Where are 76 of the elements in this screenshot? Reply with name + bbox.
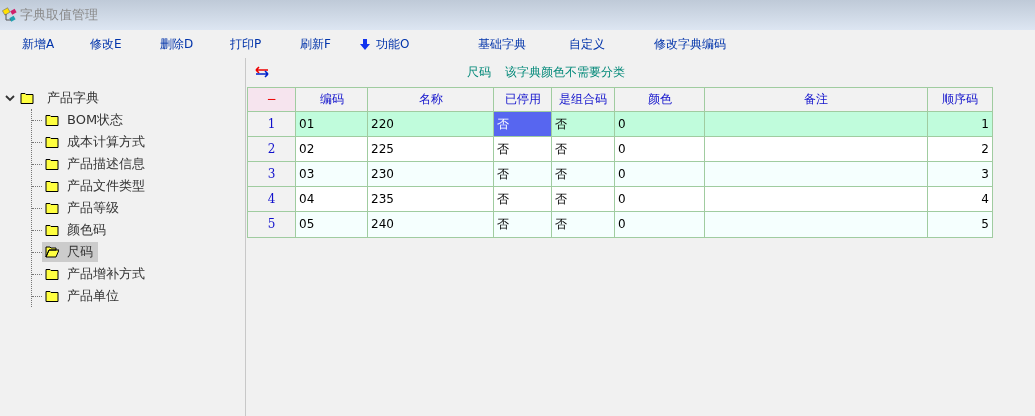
table-cell-text: 3 bbox=[980, 165, 990, 183]
row-number: 1 bbox=[248, 111, 296, 136]
table-cell: 235 bbox=[368, 186, 494, 211]
table-cell: 否 bbox=[494, 211, 552, 237]
folder-icon bbox=[45, 180, 59, 192]
swap-arrows-icon[interactable] bbox=[255, 66, 269, 78]
dictionary-name: 尺码 bbox=[467, 64, 491, 81]
table-row[interactable]: 3 03 230 否 否 0 3 bbox=[248, 161, 992, 187]
table-cell: 0 bbox=[615, 136, 705, 161]
toolbar-button[interactable]: 新增A bbox=[22, 35, 55, 53]
table-cell: 0 bbox=[615, 161, 705, 186]
table-row[interactable]: 2 02 225 否 否 0 2 bbox=[248, 136, 992, 162]
table-cell: 03 bbox=[296, 161, 368, 186]
table-cell-text: 2 bbox=[980, 140, 990, 158]
row-number: 2 bbox=[248, 136, 296, 161]
tree-item[interactable]: 尺码 bbox=[42, 242, 98, 262]
chevron-down-icon[interactable] bbox=[5, 94, 15, 102]
folder-icon bbox=[45, 290, 59, 302]
tree-item[interactable]: 产品增补方式 bbox=[42, 264, 150, 284]
toolbar-button[interactable]: 自定义 bbox=[569, 35, 605, 53]
folder-icon bbox=[45, 136, 59, 148]
table-row[interactable]: 5 05 240 否 否 0 5 bbox=[248, 211, 992, 237]
tree-item[interactable]: 产品字典 bbox=[47, 88, 99, 108]
table-cell: 05 bbox=[296, 211, 368, 237]
table-cell: 230 bbox=[368, 161, 494, 186]
table-cell: 否 bbox=[494, 161, 552, 186]
grid-corner-cell[interactable]: − bbox=[248, 87, 296, 111]
table-cell: 225 bbox=[368, 136, 494, 161]
toolbar-button[interactable]: 修改E bbox=[90, 35, 122, 53]
toolbar-button[interactable]: 打印P bbox=[230, 35, 262, 53]
folder-icon bbox=[45, 158, 59, 170]
table-cell: 否 bbox=[552, 186, 615, 211]
tree-item[interactable]: 产品文件类型 bbox=[42, 176, 150, 196]
tree-item[interactable]: 产品等级 bbox=[42, 198, 124, 218]
table-cell: 0 bbox=[615, 111, 705, 136]
toolbar-button[interactable]: 功能O bbox=[360, 35, 410, 53]
tree-item[interactable]: 成本计算方式 bbox=[42, 132, 150, 152]
toolbar-button[interactable]: 基础字典 bbox=[478, 35, 526, 53]
folder-icon bbox=[45, 202, 59, 214]
folder-icon bbox=[45, 114, 59, 126]
table-cell: 否 bbox=[552, 211, 615, 237]
toolbar-button[interactable]: 修改字典编码 bbox=[654, 35, 726, 53]
table-cell: 否 bbox=[494, 111, 552, 136]
row-number: 3 bbox=[248, 161, 296, 186]
table-cell: 01 bbox=[296, 111, 368, 136]
table-cell: 02 bbox=[296, 136, 368, 161]
folder-icon bbox=[45, 268, 59, 280]
folder-icon bbox=[20, 92, 34, 104]
table-cell: 否 bbox=[552, 111, 615, 136]
row-number: 4 bbox=[248, 186, 296, 211]
table-cell: 0 bbox=[615, 186, 705, 211]
table-cell: 240 bbox=[368, 211, 494, 237]
table-cell: 否 bbox=[494, 186, 552, 211]
tree-item[interactable]: BOM状态 bbox=[42, 110, 129, 130]
down-arrow-icon bbox=[360, 38, 370, 50]
table-cell: 0 bbox=[615, 211, 705, 237]
app-icon bbox=[2, 7, 18, 23]
table-cell: 04 bbox=[296, 186, 368, 211]
toolbar-button[interactable]: 刷新F bbox=[300, 35, 331, 53]
toolbar-button[interactable]: 删除D bbox=[160, 35, 194, 53]
tree-item[interactable]: 产品单位 bbox=[42, 286, 124, 306]
dictionary-note: 该字典颜色不需要分类 bbox=[505, 64, 625, 81]
table-cell-text: 1 bbox=[980, 115, 990, 133]
table-cell-text: 4 bbox=[980, 190, 990, 208]
window-title: 字典取值管理 bbox=[20, 6, 98, 25]
table-cell: 否 bbox=[494, 136, 552, 161]
tree-item[interactable]: 产品描述信息 bbox=[42, 154, 150, 174]
table-cell-text: 5 bbox=[980, 216, 990, 233]
table-cell: 否 bbox=[552, 136, 615, 161]
row-number: 5 bbox=[248, 211, 296, 237]
table-row[interactable]: 1 01 220 否 否 0 1 bbox=[248, 111, 992, 137]
tree-item[interactable]: 颜色码 bbox=[42, 220, 111, 240]
table-cell: 否 bbox=[552, 161, 615, 186]
table-row[interactable]: 4 04 235 否 否 0 4 bbox=[248, 186, 992, 212]
open-folder-icon bbox=[45, 246, 59, 258]
folder-icon bbox=[45, 224, 59, 236]
